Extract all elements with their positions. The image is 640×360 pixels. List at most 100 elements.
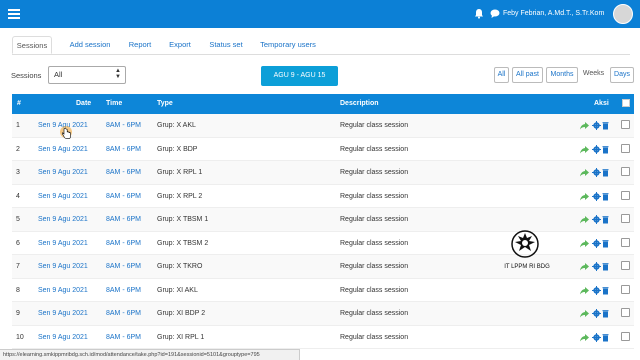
gear-icon[interactable] xyxy=(592,309,601,318)
tab-sessions[interactable]: Sessions xyxy=(12,36,52,54)
take-attendance-icon[interactable] xyxy=(580,286,589,295)
gear-icon[interactable] xyxy=(592,262,601,271)
session-type: Grup: XI BDP 2 xyxy=(157,310,206,317)
view-all-past-button[interactable]: All past xyxy=(512,67,543,83)
table-row: 1Sen 9 Agu 20218AM - 6PMGrup: X AKLRegul… xyxy=(12,114,634,138)
take-attendance-icon[interactable] xyxy=(580,333,589,342)
tab-temporary-users[interactable]: Temporary users xyxy=(256,36,320,54)
gear-icon[interactable] xyxy=(592,332,601,342)
take-attendance-icon[interactable] xyxy=(580,121,589,130)
session-date-link[interactable]: Sen 9 Agu 2021 xyxy=(38,310,88,317)
session-date-link[interactable]: Sen 9 Agu 2021 xyxy=(38,240,88,247)
session-time-link[interactable]: 8AM - 6PM xyxy=(106,122,141,129)
row-checkbox[interactable] xyxy=(621,120,630,129)
session-time-link[interactable]: 8AM - 6PM xyxy=(106,193,141,200)
take-attendance-icon[interactable] xyxy=(580,262,589,271)
table-header: # Date Time Type Description Aksi xyxy=(12,94,634,114)
gear-icon[interactable] xyxy=(592,121,601,130)
trash-icon[interactable] xyxy=(601,168,610,177)
header-description[interactable]: Description xyxy=(340,100,379,107)
tab-status-set[interactable]: Status set xyxy=(204,36,248,54)
session-date-link[interactable]: Sen 9 Agu 2021 xyxy=(38,193,88,200)
trash-icon[interactable] xyxy=(601,333,610,342)
date-range-button[interactable]: AGU 9 - AGU 15 xyxy=(261,66,338,86)
header-type[interactable]: Type xyxy=(157,100,173,107)
gear-icon[interactable] xyxy=(592,168,601,177)
row-checkbox[interactable] xyxy=(621,284,630,294)
gear-icon[interactable] xyxy=(592,215,601,224)
row-actions xyxy=(580,262,614,272)
trash-icon[interactable] xyxy=(601,215,610,224)
session-type: Grup: X BDP xyxy=(157,145,198,153)
session-date-link[interactable]: Sen 9 Agu 2021 xyxy=(38,169,88,176)
eagle-emblem-icon xyxy=(511,230,539,258)
session-time-link[interactable]: 8AM - 6PM xyxy=(106,216,141,223)
menu-icon[interactable] xyxy=(8,9,20,19)
session-date-link[interactable]: Sen 9 Agu 2021 xyxy=(38,263,88,270)
session-description: Regular class session xyxy=(340,192,409,200)
take-attendance-icon[interactable] xyxy=(580,215,589,224)
row-checkbox[interactable] xyxy=(621,167,630,176)
session-time-link[interactable]: 8AM - 6PM xyxy=(106,287,141,294)
gear-icon[interactable] xyxy=(592,144,601,154)
row-checkbox[interactable] xyxy=(621,308,630,317)
tab-report[interactable]: Report xyxy=(124,36,156,54)
table-row: 4 Sen 9 Agu 2021 8AM - 6PM Grup: X RPL 2 Reg… xyxy=(12,185,634,208)
view-weeks-button[interactable]: Weeks xyxy=(580,67,607,83)
take-attendance-icon[interactable] xyxy=(580,145,589,154)
view-months-button[interactable]: Months xyxy=(546,67,578,83)
user-name[interactable]: Feby Febrian, A.Md.T., S.Tr.Kom xyxy=(503,10,604,17)
chat-icon[interactable] xyxy=(490,8,500,19)
tab-export[interactable]: Export xyxy=(164,36,196,54)
trash-icon[interactable] xyxy=(601,286,610,295)
session-time-link[interactable]: 8AM - 6PM xyxy=(106,334,141,341)
row-checkbox[interactable] xyxy=(621,237,630,247)
session-type: Grup: X AKL xyxy=(157,122,196,129)
gear-icon[interactable] xyxy=(592,238,601,248)
session-date-link[interactable]: Sen 9 Agu 2021 xyxy=(38,287,88,294)
session-description: Regular class session xyxy=(340,286,409,294)
view-days-button[interactable]: Days xyxy=(610,67,634,83)
session-time-link[interactable]: 8AM - 6PM xyxy=(106,263,141,270)
session-time-link[interactable]: 8AM - 6PM xyxy=(106,310,141,317)
take-attendance-icon[interactable] xyxy=(580,168,589,177)
gear-icon[interactable] xyxy=(592,191,601,201)
tab-add-session[interactable]: Add session xyxy=(56,36,124,54)
trash-icon[interactable] xyxy=(601,309,610,318)
session-date-link[interactable]: Sen 9 Agu 2021 xyxy=(38,216,88,223)
session-date-link[interactable]: Sen 9 Agu 2021 xyxy=(38,334,88,341)
sessions-select-value: All xyxy=(54,70,63,79)
row-checkbox[interactable] xyxy=(621,214,630,223)
trash-icon[interactable] xyxy=(601,121,610,130)
gear-icon[interactable] xyxy=(592,285,601,295)
session-time-link[interactable]: 8AM - 6PM xyxy=(106,240,141,247)
select-all-checkbox[interactable] xyxy=(622,99,630,107)
row-actions xyxy=(580,191,614,202)
session-description: Regular class session xyxy=(340,263,409,270)
row-number: 4 xyxy=(16,192,20,200)
session-date-link[interactable]: Sen 9 Agu 2021 xyxy=(38,146,88,153)
bell-icon[interactable] xyxy=(474,8,484,19)
take-attendance-icon[interactable] xyxy=(580,239,589,248)
row-checkbox[interactable] xyxy=(621,331,630,341)
row-checkbox[interactable] xyxy=(621,143,630,153)
trash-icon[interactable] xyxy=(601,145,610,154)
sessions-select[interactable]: All ▲ ▼ xyxy=(48,66,126,84)
session-description: Regular class session xyxy=(340,216,409,223)
row-checkbox[interactable] xyxy=(621,190,630,200)
trash-icon[interactable] xyxy=(601,192,610,201)
view-all-button[interactable]: All xyxy=(494,67,509,83)
session-time-link[interactable]: 8AM - 6PM xyxy=(106,169,141,176)
header-time[interactable]: Time xyxy=(106,100,122,107)
avatar[interactable] xyxy=(613,4,633,24)
trash-icon[interactable] xyxy=(601,239,610,248)
take-attendance-icon[interactable] xyxy=(580,309,589,318)
header-date[interactable]: Date xyxy=(76,100,91,107)
table-row: 2 Sen 9 Agu 2021 8AM - 6PM Grup: X BDP Regul… xyxy=(12,138,634,161)
take-attendance-icon[interactable] xyxy=(580,192,589,201)
trash-icon[interactable] xyxy=(601,262,610,271)
table-row: 10 Sen 9 Agu 2021 8AM - 6PM Grup: XI RPL 1 R… xyxy=(12,326,634,349)
row-checkbox[interactable] xyxy=(621,261,630,270)
session-time-link[interactable]: 8AM - 6PM xyxy=(106,146,141,153)
session-description: Regular class session xyxy=(340,122,409,129)
